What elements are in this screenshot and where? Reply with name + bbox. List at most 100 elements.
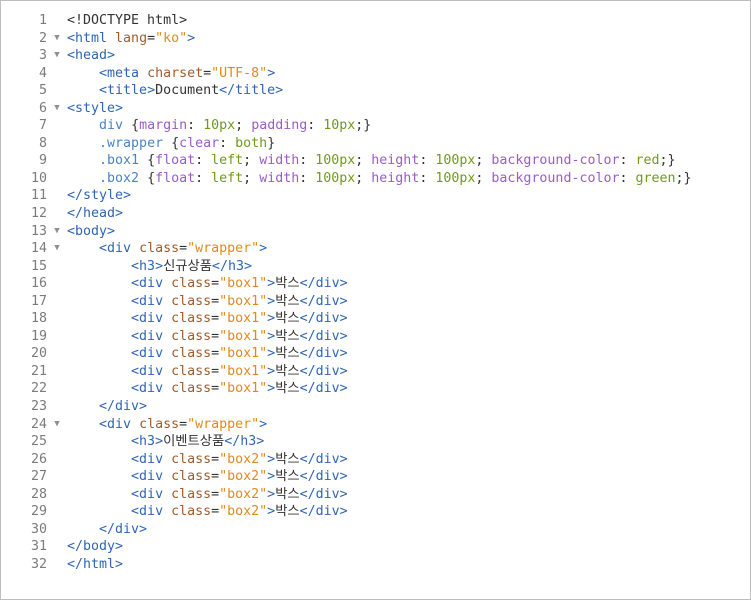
- code-line[interactable]: 28 <div class="box2">박스</div>: [1, 486, 750, 504]
- token-tag: <div: [131, 328, 172, 344]
- code-line[interactable]: 7 div {margin: 10px; padding: 10px;}: [1, 117, 750, 135]
- fold-arrow-icon[interactable]: ▼: [47, 240, 67, 258]
- token-str: "ko": [155, 30, 188, 46]
- code-line[interactable]: 4 <meta charset="UTF-8">: [1, 65, 750, 83]
- token-tag: </div>: [299, 293, 348, 309]
- line-number: 10: [30, 170, 47, 186]
- code-text: </body>: [67, 538, 123, 556]
- code-line[interactable]: 14 ▼ <div class="wrapper">: [1, 240, 750, 258]
- token-txt: =: [211, 276, 220, 292]
- token-txt: 박스: [275, 328, 300, 344]
- token-txt: 이벤트상품: [163, 434, 225, 450]
- code-line[interactable]: 3 ▼ <head>: [1, 47, 750, 65]
- token-txt: 박스: [275, 346, 300, 362]
- line-number: 29: [30, 504, 47, 520]
- code-text: <div class="wrapper">: [67, 240, 267, 258]
- token-tag: >: [267, 328, 276, 344]
- token-txt: }: [267, 135, 276, 151]
- token-tag: </body>: [67, 539, 124, 555]
- code-line[interactable]: 17 <div class="box1">박스</div>: [1, 293, 750, 311]
- code-line[interactable]: 20 <div class="box1">박스</div>: [1, 345, 750, 363]
- token-tag: <div: [99, 241, 140, 257]
- code-line[interactable]: 21 <div class="box1">박스</div>: [1, 363, 750, 381]
- token-kw: width: [259, 153, 300, 169]
- token-kw: padding: [251, 118, 308, 134]
- token-txt: :: [195, 170, 212, 186]
- code-editor[interactable]: 1 <!DOCTYPE html> 2 ▼ <html lang="ko"> 3 ▼ <hea…: [0, 0, 751, 600]
- code-text: </div>: [67, 521, 147, 539]
- token-tag: </div>: [299, 328, 348, 344]
- token-txt: ;: [235, 118, 252, 134]
- token-tag: <div: [131, 451, 172, 467]
- code-line[interactable]: 18 <div class="box1">박스</div>: [1, 310, 750, 328]
- line-number: 27: [30, 469, 47, 485]
- code-line[interactable]: 22 <div class="box1">박스</div>: [1, 380, 750, 398]
- code-line[interactable]: 2 ▼ <html lang="ko">: [1, 30, 750, 48]
- fold-arrow-icon[interactable]: ▼: [47, 416, 67, 434]
- token-tag: <div: [131, 486, 172, 502]
- fold-arrow-icon[interactable]: ▼: [47, 30, 67, 48]
- token-txt: :: [619, 170, 636, 186]
- code-line[interactable]: 9 .box1 {float: left; width: 100px; heig…: [1, 152, 750, 170]
- code-line[interactable]: 5 <title>Document</title>: [1, 82, 750, 100]
- line-number: 31: [30, 539, 47, 555]
- code-line[interactable]: 16 <div class="box1">박스</div>: [1, 275, 750, 293]
- token-tag: >: [267, 311, 276, 327]
- token-kw: clear: [179, 135, 220, 151]
- token-str: "box1": [219, 276, 268, 292]
- code-line[interactable]: 32 </html>: [1, 556, 750, 574]
- token-txt: ;: [475, 153, 492, 169]
- line-number: 2: [38, 30, 47, 46]
- token-tag: </div>: [299, 381, 348, 397]
- token-sel: .box2: [99, 170, 148, 186]
- code-line[interactable]: 8 .wrapper {clear: both}: [1, 135, 750, 153]
- fold-arrow-icon[interactable]: ▼: [47, 223, 67, 241]
- token-tag: <div: [131, 469, 172, 485]
- code-line[interactable]: 10 .box2 {float: left; width: 100px; hei…: [1, 170, 750, 188]
- code-line[interactable]: 25 <h3>이벤트상품</h3>: [1, 433, 750, 451]
- code-line[interactable]: 12 </head>: [1, 205, 750, 223]
- code-line[interactable]: 27 <div class="box2">박스</div>: [1, 468, 750, 486]
- code-line[interactable]: 19 <div class="box1">박스</div>: [1, 328, 750, 346]
- token-txt: =: [211, 363, 220, 379]
- line-number: 19: [30, 328, 47, 344]
- code-line[interactable]: 31 </body>: [1, 538, 750, 556]
- fold-arrow-icon[interactable]: ▼: [47, 47, 67, 65]
- code-line[interactable]: 6 ▼ <style>: [1, 100, 750, 118]
- token-txt: =: [147, 30, 156, 46]
- code-text: <body>: [67, 223, 115, 241]
- token-kw: background-color: [491, 153, 620, 169]
- token-txt: <!DOCTYPE html>: [67, 13, 188, 28]
- fold-arrow-icon[interactable]: ▼: [47, 100, 67, 118]
- code-text: <div class="box1">박스</div>: [67, 293, 348, 311]
- line-number: 25: [30, 434, 47, 450]
- code-line[interactable]: 24 ▼ <div class="wrapper">: [1, 416, 750, 434]
- code-line[interactable]: 30 </div>: [1, 521, 750, 539]
- token-tag: </head>: [67, 206, 124, 222]
- code-line[interactable]: 11 </style>: [1, 187, 750, 205]
- code-text: <div class="box2">박스</div>: [67, 468, 348, 486]
- token-tag: >: [187, 30, 196, 46]
- code-line[interactable]: 1 <!DOCTYPE html>: [1, 12, 750, 30]
- token-txt: 박스: [275, 293, 300, 309]
- token-txt: {: [147, 153, 156, 169]
- code-line[interactable]: 13 ▼ <body>: [1, 223, 750, 241]
- token-tag: </html>: [67, 556, 124, 572]
- token-tag: </div>: [299, 486, 348, 502]
- code-line[interactable]: 29 <div class="box2">박스</div>: [1, 503, 750, 521]
- code-text: .box1 {float: left; width: 100px; height…: [67, 152, 676, 170]
- token-txt: =: [211, 311, 220, 327]
- code-line[interactable]: 26 <div class="box2">박스</div>: [1, 451, 750, 469]
- code-line[interactable]: 23 </div>: [1, 398, 750, 416]
- token-txt: =: [211, 504, 220, 520]
- code-line[interactable]: 15 <h3>신규상품</h3>: [1, 258, 750, 276]
